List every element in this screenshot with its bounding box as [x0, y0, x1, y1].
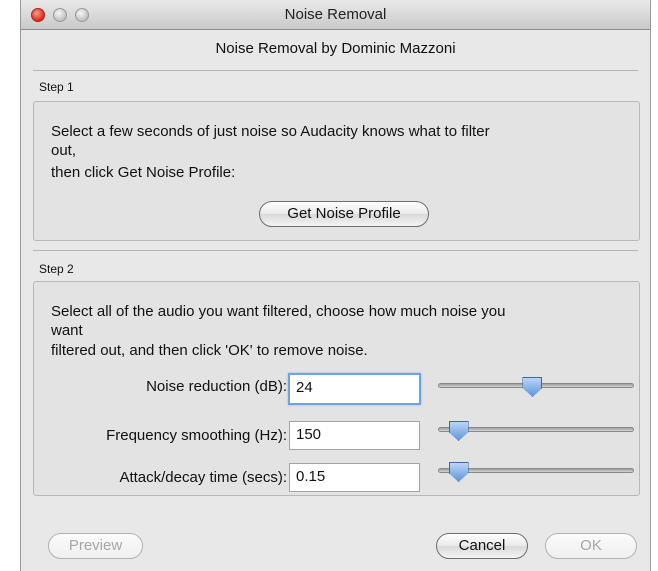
frequency-smoothing-slider-thumb[interactable] — [448, 421, 469, 441]
frequency-smoothing-label: Frequency smoothing (Hz): — [106, 427, 287, 444]
step1-text-line2: out, — [51, 142, 77, 159]
attack-decay-input[interactable]: 0.15 — [289, 463, 420, 492]
noise-reduction-slider-thumb[interactable] — [522, 377, 543, 397]
noise-reduction-label: Noise reduction (dB): — [146, 378, 287, 395]
step2-group: Select all of the audio you want filtere… — [33, 281, 640, 496]
dialog-heading: Noise Removal by Dominic Mazzoni — [215, 40, 456, 57]
noise-reduction-input[interactable]: 24 — [288, 373, 421, 405]
attack-decay-slider-thumb[interactable] — [448, 462, 469, 482]
preview-button[interactable]: Preview — [48, 533, 143, 559]
attack-decay-label: Attack/decay time (secs): — [119, 469, 287, 486]
step-divider — [33, 250, 638, 251]
step2-label: Step 2 — [39, 262, 74, 276]
get-noise-profile-button[interactable]: Get Noise Profile — [259, 201, 429, 227]
step2-text-line3: filtered out, and then click 'OK' to rem… — [51, 342, 368, 359]
step1-group: Select a few seconds of just noise so Au… — [33, 101, 640, 241]
frequency-smoothing-input[interactable]: 150 — [289, 421, 420, 450]
step1-label: Step 1 — [39, 80, 74, 94]
title-bar[interactable]: Noise Removal — [21, 0, 650, 30]
noise-removal-dialog: Noise Removal Noise Removal by Dominic M… — [20, 0, 651, 571]
cancel-button[interactable]: Cancel — [436, 533, 528, 559]
step2-text-line2: want — [51, 322, 83, 339]
ok-button[interactable]: OK — [545, 533, 637, 559]
window-title: Noise Removal — [284, 6, 387, 23]
step1-text-line3: then click Get Noise Profile: — [51, 164, 236, 181]
step1-text-line1: Select a few seconds of just noise so Au… — [51, 123, 490, 140]
heading-divider — [33, 70, 638, 71]
step2-text-line1: Select all of the audio you want filtere… — [51, 303, 506, 320]
